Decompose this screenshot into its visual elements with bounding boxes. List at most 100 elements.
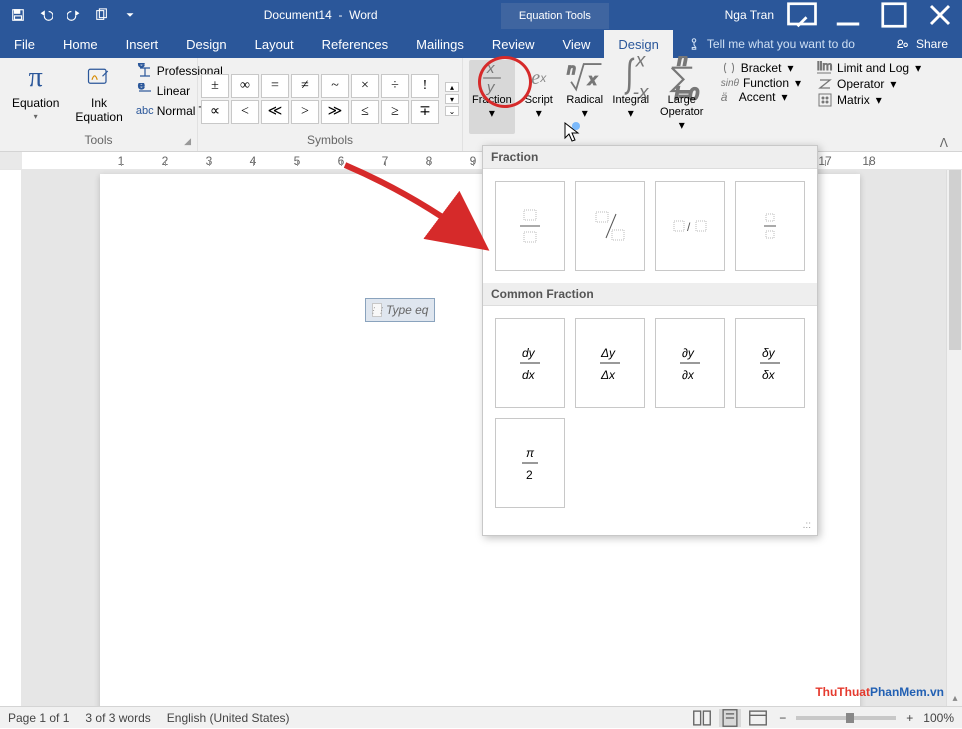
vertical-ruler[interactable] — [0, 170, 22, 722]
symbol-cell[interactable]: ± — [201, 74, 229, 98]
integral-icon: x-x — [612, 62, 650, 94]
function-button[interactable]: sinθFunction▾ — [717, 76, 805, 90]
vertical-scrollbar[interactable]: ▴ ▾ — [946, 170, 962, 722]
minimize-button[interactable] — [830, 1, 866, 29]
symbol-cell[interactable]: ≫ — [321, 100, 349, 124]
normal-text-icon: abc — [137, 103, 153, 119]
close-button[interactable] — [922, 1, 958, 29]
symbol-cell[interactable]: ≥ — [381, 100, 409, 124]
symbol-cell[interactable]: = — [261, 74, 289, 98]
fraction-skewed[interactable] — [575, 181, 645, 271]
tools-dialog-launcher[interactable]: ◢ — [184, 136, 191, 147]
symbols-scroll-up[interactable]: ▴ — [445, 82, 459, 92]
symbol-cell[interactable]: ÷ — [381, 74, 409, 98]
symbols-scroll-down[interactable]: ▾ — [445, 94, 459, 104]
svg-text:2: 2 — [526, 468, 533, 482]
tell-me-box[interactable]: Tell me what you want to do — [673, 30, 882, 58]
tab-insert[interactable]: Insert — [112, 30, 173, 58]
zoom-value[interactable]: 100% — [923, 711, 954, 725]
symbol-cell[interactable]: ~ — [321, 74, 349, 98]
bracket-button[interactable]: Bracket▾ — [717, 60, 805, 76]
undo-button[interactable] — [34, 3, 58, 27]
view-print-layout[interactable] — [719, 709, 741, 727]
script-button[interactable]: ex Script▾ — [517, 60, 561, 134]
symbol-cell[interactable]: ∞ — [231, 74, 259, 98]
tab-layout[interactable]: Layout — [241, 30, 308, 58]
scroll-up-button[interactable]: ▴ — [947, 690, 962, 706]
status-word-count[interactable]: 3 of 3 words — [85, 711, 150, 725]
context-tab-title: Equation Tools — [501, 3, 609, 29]
symbol-cell[interactable]: ∝ — [201, 100, 229, 124]
equation-placeholder[interactable]: ⋮⋮ Type eq — [365, 298, 435, 322]
operator-button[interactable]: Operator▾ — [813, 76, 925, 92]
zoom-out-button[interactable]: − — [779, 711, 786, 725]
equation-handle-icon[interactable]: ⋮⋮ — [372, 303, 382, 317]
ribbon-collapse-button[interactable]: ᐱ — [940, 136, 948, 150]
symbol-cell[interactable]: > — [291, 100, 319, 124]
symbols-grid: ±∞=≠~×÷! ∝<≪>≫≤≥∓ — [201, 74, 439, 124]
zoom-slider[interactable] — [796, 716, 896, 720]
fraction-partial-y-x[interactable]: ∂y∂x — [655, 318, 725, 408]
symbol-cell[interactable]: ! — [411, 74, 439, 98]
ribbon: π Equation ▾ Ink Equation eProfessional … — [0, 58, 962, 152]
status-page[interactable]: Page 1 of 1 — [8, 711, 69, 725]
svg-text:n: n — [567, 61, 575, 78]
tab-mailings[interactable]: Mailings — [402, 30, 478, 58]
fraction-menu-resize[interactable]: .:: — [483, 520, 817, 535]
fraction-stacked[interactable] — [495, 181, 565, 271]
qat-customize-button[interactable] — [118, 3, 142, 27]
tab-references[interactable]: References — [308, 30, 402, 58]
accent-button[interactable]: ä Accent▾ — [717, 90, 805, 104]
symbol-cell[interactable]: ∓ — [411, 100, 439, 124]
symbol-cell[interactable]: ≤ — [351, 100, 379, 124]
large-operator-button[interactable]: ni=0 Large Operator▾ — [655, 60, 709, 134]
fraction-Dy-Dx[interactable]: ΔyΔx — [575, 318, 645, 408]
fraction-button[interactable]: xy Fraction▾ — [469, 60, 515, 134]
ribbon-display-options-button[interactable] — [784, 1, 820, 29]
ink-equation-icon — [85, 62, 113, 94]
status-language[interactable]: English (United States) — [167, 711, 290, 725]
redo-button[interactable] — [62, 3, 86, 27]
svg-text:Δx: Δx — [600, 368, 616, 382]
ink-equation-button[interactable]: Ink Equation — [69, 60, 128, 126]
tab-view[interactable]: View — [548, 30, 604, 58]
fraction-section-header: Fraction — [483, 146, 817, 169]
fraction-dy-dx[interactable]: dy dx — [495, 318, 565, 408]
view-web-layout[interactable] — [747, 709, 769, 727]
symbols-more[interactable]: ⌄ — [445, 106, 459, 116]
tab-file[interactable]: File — [0, 30, 49, 58]
save-button[interactable] — [6, 3, 30, 27]
zoom-in-button[interactable]: + — [906, 711, 913, 725]
maximize-button[interactable] — [876, 1, 912, 29]
view-read-mode[interactable] — [691, 709, 713, 727]
fraction-delta-y-x[interactable]: δyδx — [735, 318, 805, 408]
qat-new-doc-button[interactable] — [90, 3, 114, 27]
share-button[interactable]: Share — [882, 30, 962, 58]
fraction-small[interactable] — [735, 181, 805, 271]
tell-me-placeholder: Tell me what you want to do — [707, 37, 855, 51]
window-title: Document14 - Word Equation Tools — [148, 8, 725, 22]
pi-icon: π — [29, 62, 43, 94]
tab-design[interactable]: Design — [172, 30, 240, 58]
svg-text:dx: dx — [522, 368, 536, 382]
limit-log-button[interactable]: limLimit and Log▾ — [813, 60, 925, 76]
app-name: Word — [349, 8, 377, 22]
tab-review[interactable]: Review — [478, 30, 549, 58]
svg-text:x: x — [635, 54, 647, 72]
matrix-button[interactable]: Matrix▾ — [813, 92, 925, 108]
user-name[interactable]: Nga Tran — [725, 8, 774, 22]
equation-button[interactable]: π Equation ▾ — [6, 60, 65, 123]
symbol-cell[interactable]: ≠ — [291, 74, 319, 98]
scrollbar-thumb[interactable] — [949, 170, 961, 350]
svg-text:dy: dy — [522, 346, 536, 360]
group-label-tools: Tools — [84, 133, 112, 147]
svg-text:/: / — [687, 220, 691, 234]
symbol-cell[interactable]: < — [231, 100, 259, 124]
symbol-cell[interactable]: × — [351, 74, 379, 98]
symbol-cell[interactable]: ≪ — [261, 100, 289, 124]
radical-button[interactable]: nx Radical▾ — [563, 60, 607, 134]
fraction-pi-2[interactable]: π2 — [495, 418, 565, 508]
tab-home[interactable]: Home — [49, 30, 112, 58]
integral-button[interactable]: x-x Integral▾ — [609, 60, 653, 134]
fraction-linear[interactable]: / — [655, 181, 725, 271]
